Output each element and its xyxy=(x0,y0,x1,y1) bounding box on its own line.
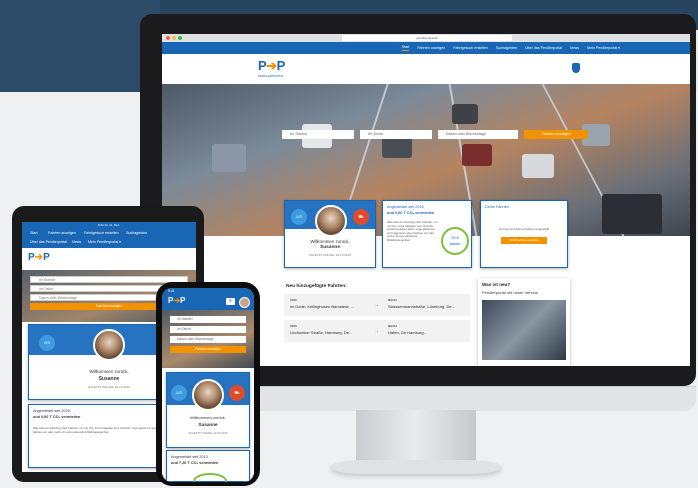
new-trips-title: Neu hinzugefügte Fahrten: xyxy=(286,284,347,289)
close-window-icon[interactable] xyxy=(166,36,170,40)
address-bar[interactable]: pendlerportal.de xyxy=(342,35,512,41)
destination-input[interactable]: Ihr Zielort xyxy=(360,130,432,139)
tablet-co2-saved: und 0,00 T CO₂ vermieden xyxy=(33,415,81,419)
co2-registered: Angemeldet seit 2016 xyxy=(387,205,424,209)
news-title: Was ist neu? xyxy=(482,282,511,287)
trip-row[interactable]: VON im Dorfe, Kellinghusen Barnstedt, ..… xyxy=(284,294,470,316)
tablet-nav-suchagenten[interactable]: Suchagenten xyxy=(126,231,147,235)
phone-greeting: Willkommen zurück, xyxy=(190,415,226,420)
tablet-nav-mein[interactable]: Mein Pendlerportal ▾ xyxy=(88,240,121,244)
tablet-start-input[interactable]: Ihr Startort xyxy=(30,276,188,283)
maximize-window-icon[interactable] xyxy=(178,36,182,40)
main-navigation: Start Fahrten anzeigen Fahrtgesuch erste… xyxy=(162,42,690,54)
tablet-navigation: Start Fahrten anzeigen Fahrtgesuch erste… xyxy=(22,228,196,248)
passenger-badge-icon: 0/3 xyxy=(171,385,187,401)
tablet-nav-fahrten[interactable]: Fahrten anzeigen xyxy=(48,231,76,235)
welcome-greeting: Willkommen zurück, xyxy=(310,239,350,244)
avatar xyxy=(192,379,224,411)
tablet-logo[interactable]: P➔P xyxy=(28,252,50,263)
tablet-nav-news[interactable]: News xyxy=(72,240,81,244)
phone-welcome-card: 0/3 ⛟ Willkommen zurück, Susanne ZULETZT… xyxy=(166,372,250,448)
from-value: im Dorfe, Kellinghusen Barnstedt, ... xyxy=(290,304,355,309)
search-bar: Ihr Startort Ihr Zielort Datum oder Woch… xyxy=(282,130,588,139)
news-card[interactable]: Was ist neu? Pendlerportal mit neuer Ver… xyxy=(478,278,570,366)
nav-about[interactable]: Über das Pendlerportal xyxy=(525,46,562,50)
to-value: Strassenmannstraße, Lüneburg, De... xyxy=(388,304,455,309)
tablet-nav-fahrtgesuch[interactable]: Fahrtgesuch erstellen xyxy=(84,231,119,235)
avatar xyxy=(93,329,125,361)
tablet-co2-registered: Angemeldet seit 2016 xyxy=(33,409,70,413)
my-trips-card: Deine Fahrten Zu has noch keine Fahrten … xyxy=(480,200,568,268)
tablet-nav-about[interactable]: Über das Pendlerportal xyxy=(30,240,67,244)
avatar xyxy=(315,205,347,237)
phone-user-name: Susanne xyxy=(198,422,218,427)
tablet-nav-start[interactable]: Start xyxy=(30,231,38,235)
to-label: NACH xyxy=(388,298,397,302)
car-image xyxy=(602,194,662,234)
from-label: VON xyxy=(290,324,297,328)
arrow-right-icon: → xyxy=(374,328,379,334)
phone-destination-input[interactable]: Ihr Zielort xyxy=(170,326,246,333)
my-trips-empty: Zu has noch keine Fahrten eingestellt xyxy=(498,227,550,231)
driver-badge-icon: ⛟ xyxy=(353,209,369,225)
car-image xyxy=(462,144,492,166)
nav-fahrten-anzeigen[interactable]: Fahrten anzeigen xyxy=(417,46,445,50)
car-image xyxy=(522,154,554,178)
co2-progress-ring[interactable]: 2019 starten xyxy=(441,227,469,255)
nav-suchagenten[interactable]: Suchagenten xyxy=(496,46,517,50)
phone-show-trips-button[interactable]: Fahrten anzeigen xyxy=(170,346,246,353)
phone-co2-card: Angemeldet seit 2013 und 7,26 T CO₂ verm… xyxy=(166,450,250,482)
last-online: ZULETZT ONLINE: 22.10.2019 xyxy=(309,253,351,257)
co2-description: Was hast du zukünftig mehr Fahrten, um m… xyxy=(387,220,438,242)
menu-icon[interactable]: ≡ xyxy=(226,298,235,305)
phone-start-input[interactable]: Ihr Startort xyxy=(170,316,246,323)
news-image xyxy=(482,300,566,360)
nav-start[interactable]: Start xyxy=(401,45,410,51)
news-headline: Pendlerportal mit neuer Version xyxy=(482,290,539,295)
my-trips-title: Deine Fahrten xyxy=(485,205,510,209)
to-value: Hafen, De Hamburg... xyxy=(388,330,427,335)
date-input[interactable]: Datum oder Wochentage xyxy=(438,130,518,139)
background-left-block xyxy=(0,0,160,92)
nav-mein-pendlerportal[interactable]: Mein Pendlerportal ▾ xyxy=(587,46,620,50)
from-label: VON xyxy=(290,298,297,302)
to-label: NACH xyxy=(388,324,397,328)
co2-saved: und 0,00 T CO₂ vermieden xyxy=(387,211,435,215)
show-trips-button[interactable]: Fahrten anzeigen xyxy=(524,130,588,139)
phone-screen: 9:41 P➔P ≡ Ihr Startort Ihr Zielort Datu… xyxy=(162,288,254,482)
monitor-foot xyxy=(330,460,502,474)
phone-co2-saved: und 7,26 T CO₂ vermieden xyxy=(171,461,219,465)
minimize-window-icon[interactable] xyxy=(172,36,176,40)
start-location-input[interactable]: Ihr Startort xyxy=(282,130,354,139)
site-logo[interactable]: P➔P xyxy=(258,58,285,74)
phone-last-online: ZULETZT ONLINE: 20.09.2019 xyxy=(188,431,228,435)
arrow-right-icon: → xyxy=(374,302,379,308)
co2-card: Angemeldet seit 2016 und 0,00 T CO₂ verm… xyxy=(382,200,472,268)
nav-fahrtgesuch[interactable]: Fahrtgesuch erstellen xyxy=(453,46,488,50)
browser-toolbar: pendlerportal.de xyxy=(162,34,690,42)
car-image xyxy=(452,104,478,124)
car-image xyxy=(212,144,246,172)
phone-logo[interactable]: P➔P xyxy=(168,296,185,305)
trip-row[interactable]: VON Lindholmer Straße, Hamburg, De... → … xyxy=(284,320,470,342)
passenger-badge-icon: 0/3 xyxy=(39,335,55,351)
phone-status-time: 9:41 xyxy=(168,289,175,293)
profile-avatar-icon[interactable] xyxy=(239,297,250,308)
phone-date-input[interactable]: Datum oder Wochentage xyxy=(170,336,246,343)
welcome-card: 0/3 ⛟ Willkommen zurück, Susanne ZULETZT… xyxy=(284,200,376,268)
from-value: Lindholmer Straße, Hamburg, De... xyxy=(290,330,353,335)
phone-co2-registered: Angemeldet seit 2013 xyxy=(171,455,208,459)
nav-news[interactable]: News xyxy=(570,46,579,50)
create-trip-button[interactable]: 2019 Fahrten erstellen xyxy=(501,237,547,244)
coat-of-arms-icon xyxy=(572,63,580,73)
phone-co2-ring xyxy=(193,473,227,482)
logo-subtitle: PENDLERPORTAL xyxy=(258,74,284,78)
site-header: P➔P PENDLERPORTAL xyxy=(162,54,690,84)
passenger-badge-icon: 0/3 xyxy=(291,209,307,225)
user-name: Susanne xyxy=(320,245,340,250)
monitor-stand xyxy=(356,410,476,462)
phone-header: 9:41 P➔P ≡ xyxy=(162,288,254,310)
driver-badge-icon: ⛟ xyxy=(229,385,245,401)
